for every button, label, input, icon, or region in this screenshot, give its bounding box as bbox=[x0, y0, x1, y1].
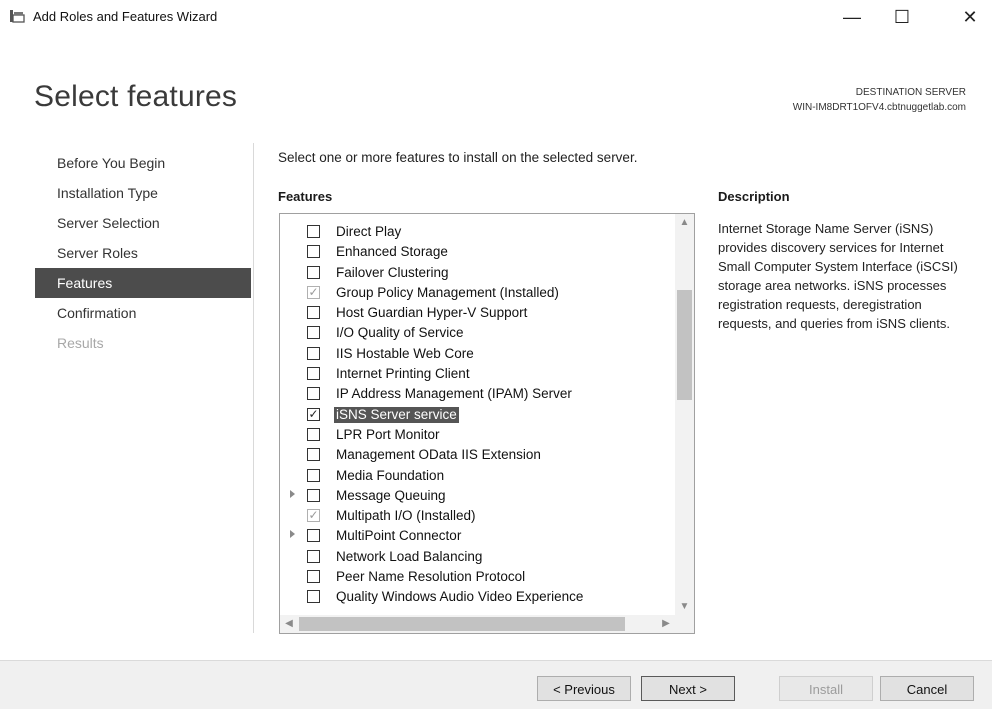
scroll-up-icon[interactable]: ▲ bbox=[675, 214, 694, 232]
nav-item-results: Results bbox=[57, 335, 104, 351]
feature-checkbox[interactable] bbox=[307, 590, 320, 604]
feature-checkbox[interactable] bbox=[307, 306, 320, 320]
feature-checkbox[interactable] bbox=[307, 346, 320, 360]
feature-label[interactable]: I/O Quality of Service bbox=[334, 325, 466, 341]
description-heading: Description bbox=[718, 189, 790, 204]
nav-item-features[interactable]: Features bbox=[35, 268, 251, 298]
feature-checkbox[interactable] bbox=[307, 367, 320, 381]
feature-row[interactable]: Management OData IIS Extension bbox=[280, 445, 673, 465]
feature-label[interactable]: Group Policy Management (Installed) bbox=[334, 285, 561, 301]
feature-label[interactable]: Peer Name Resolution Protocol bbox=[334, 569, 527, 585]
title-bar: Add Roles and Features Wizard — ☐ ✕ bbox=[0, 0, 992, 34]
nav-item-before-you-begin[interactable]: Before You Begin bbox=[35, 148, 251, 178]
feature-checkbox[interactable] bbox=[307, 448, 320, 462]
nav-item-confirmation[interactable]: Confirmation bbox=[35, 298, 251, 328]
minimize-button[interactable]: — bbox=[830, 4, 874, 30]
feature-checkbox[interactable] bbox=[307, 488, 320, 502]
feature-checkbox[interactable] bbox=[307, 225, 320, 238]
feature-label[interactable]: IP Address Management (IPAM) Server bbox=[334, 386, 574, 402]
feature-row[interactable]: Enhanced Storage bbox=[280, 242, 673, 262]
feature-row[interactable]: IP Address Management (IPAM) Server bbox=[280, 384, 673, 404]
scroll-down-icon[interactable]: ▼ bbox=[675, 598, 694, 616]
maximize-button[interactable]: ☐ bbox=[880, 4, 924, 30]
instruction-text: Select one or more features to install o… bbox=[278, 150, 638, 165]
feature-row[interactable]: MultiPoint Connector bbox=[280, 526, 673, 546]
destination-server-name: WIN-IM8DRT1OFV4.cbtnuggetlab.com bbox=[792, 102, 966, 113]
feature-row[interactable]: Quality Windows Audio Video Experience bbox=[280, 587, 673, 607]
feature-row[interactable]: Internet Printing Client bbox=[280, 364, 673, 384]
feature-label[interactable]: Quality Windows Audio Video Experience bbox=[334, 589, 585, 605]
feature-label[interactable]: Enhanced Storage bbox=[334, 244, 450, 260]
nav-item-server-selection[interactable]: Server Selection bbox=[35, 208, 251, 238]
previous-button[interactable]: < Previous bbox=[537, 676, 631, 701]
features-list-items: Direct Play Enhanced Storage Failover Clus… bbox=[280, 222, 673, 608]
nav-item-server-roles[interactable]: Server Roles bbox=[35, 238, 251, 268]
install-button: Install bbox=[779, 676, 873, 701]
window-title: Add Roles and Features Wizard bbox=[33, 9, 218, 24]
expand-arrow-icon[interactable] bbox=[290, 530, 295, 539]
feature-row[interactable]: Failover Clustering bbox=[280, 263, 673, 283]
feature-label[interactable]: Multipath I/O (Installed) bbox=[334, 508, 478, 524]
feature-label[interactable]: Network Load Balancing bbox=[334, 549, 484, 565]
feature-checkbox[interactable] bbox=[307, 570, 320, 584]
feature-label[interactable]: LPR Port Monitor bbox=[334, 427, 442, 443]
feature-row[interactable]: Host Guardian Hyper-V Support bbox=[280, 303, 673, 323]
close-button[interactable]: ✕ bbox=[948, 4, 992, 30]
feature-label[interactable]: Media Foundation bbox=[334, 468, 446, 484]
description-text: Internet Storage Name Server (iSNS) prov… bbox=[718, 221, 958, 331]
feature-row[interactable]: Media Foundation bbox=[280, 466, 673, 486]
wizard-nav: Before You Begin Installation Type Serve… bbox=[35, 148, 251, 358]
features-heading: Features bbox=[278, 189, 333, 204]
feature-row[interactable]: Network Load Balancing bbox=[280, 547, 673, 567]
feature-checkbox[interactable] bbox=[307, 326, 320, 340]
nav-item-installation-type[interactable]: Installation Type bbox=[35, 178, 251, 208]
feature-label[interactable]: Failover Clustering bbox=[334, 265, 451, 281]
feature-checkbox[interactable] bbox=[307, 468, 320, 482]
vertical-scrollbar[interactable]: ▲ ▼ bbox=[675, 214, 694, 616]
nav-divider bbox=[253, 143, 254, 633]
feature-checkbox[interactable] bbox=[307, 265, 320, 279]
horizontal-scroll-thumb[interactable] bbox=[299, 617, 625, 631]
feature-row[interactable]: Message Queuing bbox=[280, 486, 673, 506]
feature-checkbox[interactable]: ✓ bbox=[307, 407, 320, 421]
horizontal-scrollbar[interactable]: ◀ ▶ bbox=[280, 615, 675, 633]
feature-checkbox[interactable] bbox=[307, 427, 320, 441]
feature-label[interactable]: Direct Play bbox=[334, 224, 403, 240]
feature-checkbox: ✓ bbox=[307, 508, 320, 523]
feature-row[interactable]: IIS Hostable Web Core bbox=[280, 344, 673, 364]
features-list[interactable]: Direct Play Enhanced Storage Failover Clus… bbox=[279, 213, 695, 634]
feature-label[interactable]: MultiPoint Connector bbox=[334, 528, 463, 544]
feature-row[interactable]: ✓ Group Policy Management (Installed) bbox=[280, 283, 673, 303]
scroll-left-icon[interactable]: ◀ bbox=[280, 615, 298, 633]
feature-label[interactable]: IIS Hostable Web Core bbox=[334, 346, 476, 362]
feature-row[interactable]: LPR Port Monitor bbox=[280, 425, 673, 445]
feature-checkbox[interactable] bbox=[307, 245, 320, 259]
feature-label[interactable]: Message Queuing bbox=[334, 488, 448, 504]
feature-row[interactable]: ✓ Multipath I/O (Installed) bbox=[280, 506, 673, 526]
feature-label[interactable]: Internet Printing Client bbox=[334, 366, 472, 382]
server-manager-icon bbox=[10, 10, 25, 23]
feature-checkbox: ✓ bbox=[307, 284, 320, 299]
feature-label[interactable]: Host Guardian Hyper-V Support bbox=[334, 305, 529, 321]
feature-checkbox[interactable] bbox=[307, 529, 320, 543]
feature-checkbox[interactable] bbox=[307, 549, 320, 563]
page-title: Select features bbox=[34, 80, 238, 113]
cancel-button[interactable]: Cancel bbox=[880, 676, 974, 701]
expand-arrow-icon[interactable] bbox=[290, 489, 295, 498]
destination-label: DESTINATION SERVER bbox=[855, 87, 966, 98]
scroll-right-icon[interactable]: ▶ bbox=[657, 615, 675, 633]
feature-checkbox[interactable] bbox=[307, 387, 320, 401]
next-button[interactable]: Next > bbox=[641, 676, 735, 701]
vertical-scroll-thumb[interactable] bbox=[677, 290, 692, 400]
feature-row[interactable]: Direct Play bbox=[280, 222, 673, 242]
feature-row[interactable]: ✓ iSNS Server service bbox=[280, 405, 673, 425]
scrollbar-corner bbox=[675, 615, 694, 633]
feature-row[interactable]: Peer Name Resolution Protocol bbox=[280, 567, 673, 587]
feature-row[interactable]: I/O Quality of Service bbox=[280, 323, 673, 343]
destination-server-info: DESTINATION SERVER WIN-IM8DRT1OFV4.cbtnu… bbox=[793, 85, 966, 115]
feature-label[interactable]: iSNS Server service bbox=[334, 406, 459, 423]
feature-label[interactable]: Management OData IIS Extension bbox=[334, 447, 543, 463]
